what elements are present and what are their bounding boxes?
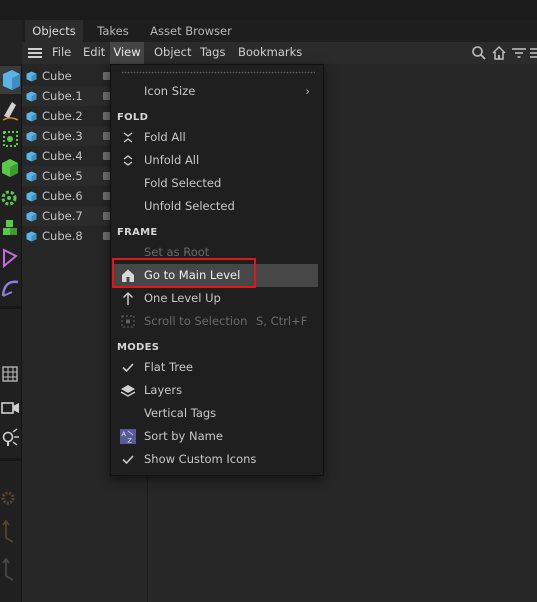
menu-item-show-custom-icons[interactable]: Show Custom Icons: [112, 448, 318, 471]
spline-select-icon[interactable]: [0, 126, 21, 154]
menu-item-label: Fold Selected: [144, 176, 222, 190]
menu-item-label: Scroll to Selection: [144, 314, 248, 328]
cube-icon: [26, 131, 37, 142]
toolbar-divider: [0, 306, 21, 309]
section-header-modes: MODES: [117, 342, 160, 353]
object-name: Cube.1: [42, 89, 83, 103]
menu-item-label: One Level Up: [144, 291, 221, 305]
cubes-array-icon[interactable]: [0, 214, 21, 242]
menu-item-vertical-tags[interactable]: Vertical Tags: [112, 402, 318, 425]
svg-text:A: A: [122, 430, 127, 438]
cloner-icon[interactable]: [0, 184, 21, 212]
menu-item-label: Vertical Tags: [144, 406, 217, 420]
menu-item-label: Layers: [144, 383, 183, 397]
menu-item-label: Unfold All: [144, 153, 200, 167]
target-icon: [121, 315, 135, 328]
menu-tags[interactable]: Tags: [200, 42, 225, 64]
pen-tool-icon[interactable]: [0, 96, 21, 124]
cube-icon: [26, 191, 37, 202]
tab-asset-browser[interactable]: Asset Browser: [145, 20, 237, 42]
list-icon[interactable]: [529, 45, 537, 61]
title-strip: [0, 0, 537, 20]
menu-item-icon-size[interactable]: Icon Size ›: [112, 80, 318, 103]
axis-scale-icon[interactable]: [0, 554, 21, 582]
menu-item-label: Icon Size: [144, 84, 196, 98]
unfold-all-icon: [123, 155, 133, 166]
layers-icon: [120, 385, 136, 397]
sort-az-icon: AZ: [120, 429, 136, 444]
floor-grid-icon[interactable]: [0, 361, 21, 389]
cube-icon: [26, 171, 37, 182]
deformer-icon[interactable]: [0, 244, 21, 272]
menu-item-fold-selected[interactable]: Fold Selected: [112, 172, 318, 195]
menu-tearoff-grip[interactable]: [121, 71, 315, 74]
search-icon[interactable]: [471, 45, 487, 61]
cube-tool-icon[interactable]: [0, 66, 21, 94]
shortcut-label: S, Ctrl+F: [256, 314, 308, 328]
cube-icon: [26, 91, 37, 102]
object-name: Cube: [42, 69, 72, 83]
gear-icon[interactable]: [0, 484, 21, 512]
chevron-right-icon: ›: [305, 84, 310, 98]
menu-item-label: Fold All: [144, 130, 186, 144]
menu-item-layers[interactable]: Layers: [112, 379, 318, 402]
menu-item-label: Show Custom Icons: [144, 452, 257, 466]
arrow-up-icon: [122, 291, 134, 305]
menu-item-scroll-to-selection: Scroll to Selection S, Ctrl+F: [112, 310, 318, 333]
menu-item-label: Sort by Name: [144, 429, 223, 443]
highlight-callout-box: [112, 258, 256, 288]
home-icon[interactable]: [491, 45, 507, 61]
menu-item-fold-all[interactable]: Fold All: [112, 126, 318, 149]
object-name: Cube.5: [42, 169, 83, 183]
menu-item-label: Unfold Selected: [144, 199, 235, 213]
menu-item-unfold-all[interactable]: Unfold All: [112, 149, 318, 172]
cube-icon: [26, 111, 37, 122]
menu-file[interactable]: File: [52, 42, 71, 64]
section-header-frame: FRAME: [117, 227, 158, 238]
subdivision-icon[interactable]: [0, 154, 21, 182]
object-name: Cube.6: [42, 189, 83, 203]
checkmark-icon: [122, 455, 134, 465]
section-header-fold: FOLD: [117, 112, 149, 123]
axis-move-icon[interactable]: [0, 516, 21, 544]
cube-icon: [26, 151, 37, 162]
hamburger-menu-icon[interactable]: [28, 48, 42, 58]
panel-tab-bar: Objects Takes Asset Browser: [22, 20, 537, 42]
bend-icon[interactable]: [0, 274, 21, 302]
toolbar-divider: [0, 458, 21, 461]
camera-icon[interactable]: [0, 394, 21, 422]
cube-icon: [26, 211, 37, 222]
menu-item-label: Flat Tree: [144, 360, 193, 374]
filter-icon[interactable]: [511, 45, 527, 61]
checkmark-icon: [122, 363, 134, 373]
left-toolbar: [0, 64, 22, 602]
menu-view[interactable]: View: [110, 42, 144, 64]
tab-takes[interactable]: Takes: [88, 20, 138, 42]
object-manager-menubar: File Edit View Object Tags Bookmarks: [22, 42, 537, 65]
menu-item-one-level-up[interactable]: One Level Up: [112, 287, 318, 310]
menu-object[interactable]: Object: [154, 42, 191, 64]
object-name: Cube.3: [42, 129, 83, 143]
menu-edit[interactable]: Edit: [83, 42, 105, 64]
tab-objects[interactable]: Objects: [25, 20, 83, 42]
object-name: Cube.8: [42, 229, 83, 243]
menu-bookmarks[interactable]: Bookmarks: [238, 42, 302, 64]
object-name: Cube.7: [42, 209, 83, 223]
fold-all-icon: [123, 132, 133, 143]
object-name: Cube.4: [42, 149, 83, 163]
menu-item-unfold-selected[interactable]: Unfold Selected: [112, 195, 318, 218]
object-name: Cube.2: [42, 109, 83, 123]
svg-text:Z: Z: [128, 437, 133, 445]
menu-item-flat-tree[interactable]: Flat Tree: [112, 356, 318, 379]
menu-item-sort-by-name[interactable]: AZ Sort by Name: [112, 425, 318, 448]
cube-icon: [26, 231, 37, 242]
cube-icon: [26, 71, 37, 82]
light-icon[interactable]: [0, 424, 21, 452]
